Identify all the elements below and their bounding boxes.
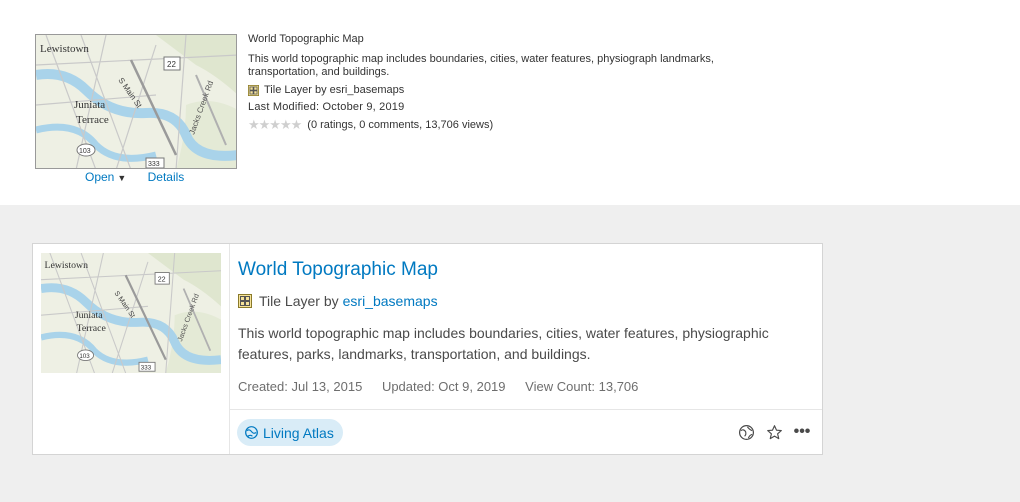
card-title-link[interactable]: World Topographic Map: [238, 259, 438, 281]
open-label: Open: [85, 170, 115, 184]
item-title: World Topographic Map: [248, 33, 364, 45]
svg-text:333: 333: [148, 161, 160, 168]
last-modified: Last Modified: October 9, 2019: [248, 101, 405, 113]
updated-date: Updated: Oct 9, 2019: [381, 379, 506, 394]
topographic-map-image: 22 Lewistown Juniata Terrace S Main St J…: [36, 35, 236, 168]
svg-text:Juniata: Juniata: [75, 310, 103, 321]
living-atlas-icon: [245, 426, 258, 439]
svg-text:Terrace: Terrace: [76, 114, 109, 126]
ratings-line: ★★★★★ (0 ratings, 0 comments, 13,706 vie…: [248, 117, 728, 133]
svg-text:103: 103: [79, 148, 91, 155]
card-map-thumbnail[interactable]: 22 Lewistown Juniata Terrace S Main St J…: [41, 253, 221, 373]
living-atlas-badge[interactable]: Living Atlas: [237, 419, 343, 446]
svg-text:333: 333: [141, 364, 152, 371]
star-icon[interactable]: [764, 422, 784, 442]
tile-layer-icon: [238, 294, 252, 308]
svg-text:Lewistown: Lewistown: [45, 260, 89, 271]
card-layer-type: Tile Layer by: [259, 293, 339, 309]
svg-text:Terrace: Terrace: [77, 323, 106, 334]
created-date: Created: Jul 13, 2015: [238, 379, 363, 394]
badge-label: Living Atlas: [263, 424, 334, 441]
card-actions: •••: [728, 422, 812, 442]
caret-down-icon[interactable]: ▼: [117, 173, 126, 183]
ratings-summary: (0 ratings, 0 comments, 13,706 views): [307, 119, 494, 131]
svg-text:22: 22: [167, 60, 176, 69]
svg-text:Lewistown: Lewistown: [40, 43, 89, 55]
item-card: 22 Lewistown Juniata Terrace S Main St J…: [32, 243, 823, 455]
item-description: This world topographic map includes boun…: [248, 53, 714, 78]
item-info: World Topographic Map This world topogra…: [248, 33, 728, 133]
open-button[interactable]: Open ▼: [85, 170, 144, 184]
map-thumbnail[interactable]: 22 Lewistown Juniata Terrace S Main St J…: [35, 34, 237, 169]
layer-type-label: Tile Layer by: [264, 84, 327, 96]
card-metadata: Created: Jul 13, 2015 Updated: Oct 9, 20…: [238, 379, 654, 394]
topographic-map-image: 22 Lewistown Juniata Terrace S Main St J…: [41, 253, 221, 373]
card-thumbnail-area: 22 Lewistown Juniata Terrace S Main St J…: [33, 244, 230, 454]
card-owner-link[interactable]: esri_basemaps: [343, 293, 438, 309]
globe-icon[interactable]: [736, 422, 756, 442]
owner-link[interactable]: esri_basemaps: [330, 84, 405, 96]
svg-text:22: 22: [158, 275, 166, 283]
thumbnail-links: Open ▼ Details: [85, 170, 184, 184]
view-count: View Count: 13,706: [525, 379, 639, 394]
svg-text:Juniata: Juniata: [74, 99, 105, 111]
rating-stars-icon[interactable]: ★★★★★: [248, 117, 302, 133]
search-result-compact: 22 Lewistown Juniata Terrace S Main St J…: [0, 0, 1020, 205]
item-type-line: Tile Layer by esri_basemaps: [248, 84, 728, 96]
svg-text:103: 103: [79, 353, 90, 360]
tile-layer-icon: [248, 84, 259, 96]
details-link[interactable]: Details: [148, 170, 185, 184]
more-icon[interactable]: •••: [792, 422, 812, 442]
card-footer: Living Atlas •••: [230, 409, 822, 454]
card-item-type: Tile Layer by esri_basemaps: [238, 293, 438, 309]
card-description: This world topographic map includes boun…: [238, 325, 769, 362]
